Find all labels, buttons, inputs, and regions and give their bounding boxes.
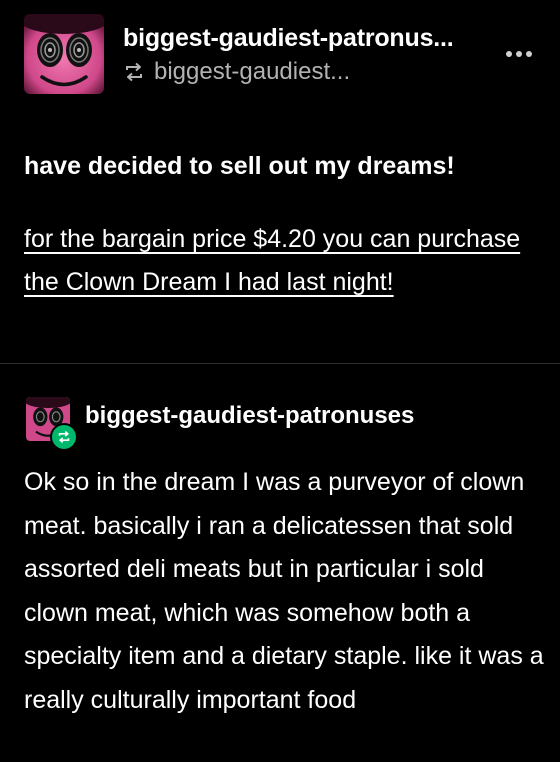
more-horizontal-icon — [506, 51, 512, 57]
reblog-badge — [50, 423, 78, 451]
more-options-button[interactable] — [502, 44, 536, 64]
trail-blog-name[interactable]: biggest-gaudiest-patronuses — [85, 402, 414, 430]
avatar[interactable] — [24, 14, 104, 94]
divider — [0, 363, 560, 364]
blog-name[interactable]: biggest-gaudiest-patronus... — [123, 24, 454, 53]
post-header: biggest-gaudiest-patronus... biggest-gau… — [0, 0, 560, 112]
reblogged-from-name[interactable]: biggest-gaudiest... — [154, 58, 350, 86]
reblog-icon — [58, 430, 70, 444]
trail-body-text: Ok so in the dream I was a purveyor of c… — [24, 468, 544, 714]
reblogged-from: biggest-gaudiest... — [123, 57, 350, 87]
dream-sale-link[interactable]: for the bargain price $4.20 you can purc… — [24, 225, 520, 296]
post-link-paragraph: for the bargain price $4.20 you can purc… — [24, 218, 534, 304]
reblog-icon — [123, 62, 145, 82]
post-headline: have decided to sell out my dreams! — [24, 152, 455, 180]
